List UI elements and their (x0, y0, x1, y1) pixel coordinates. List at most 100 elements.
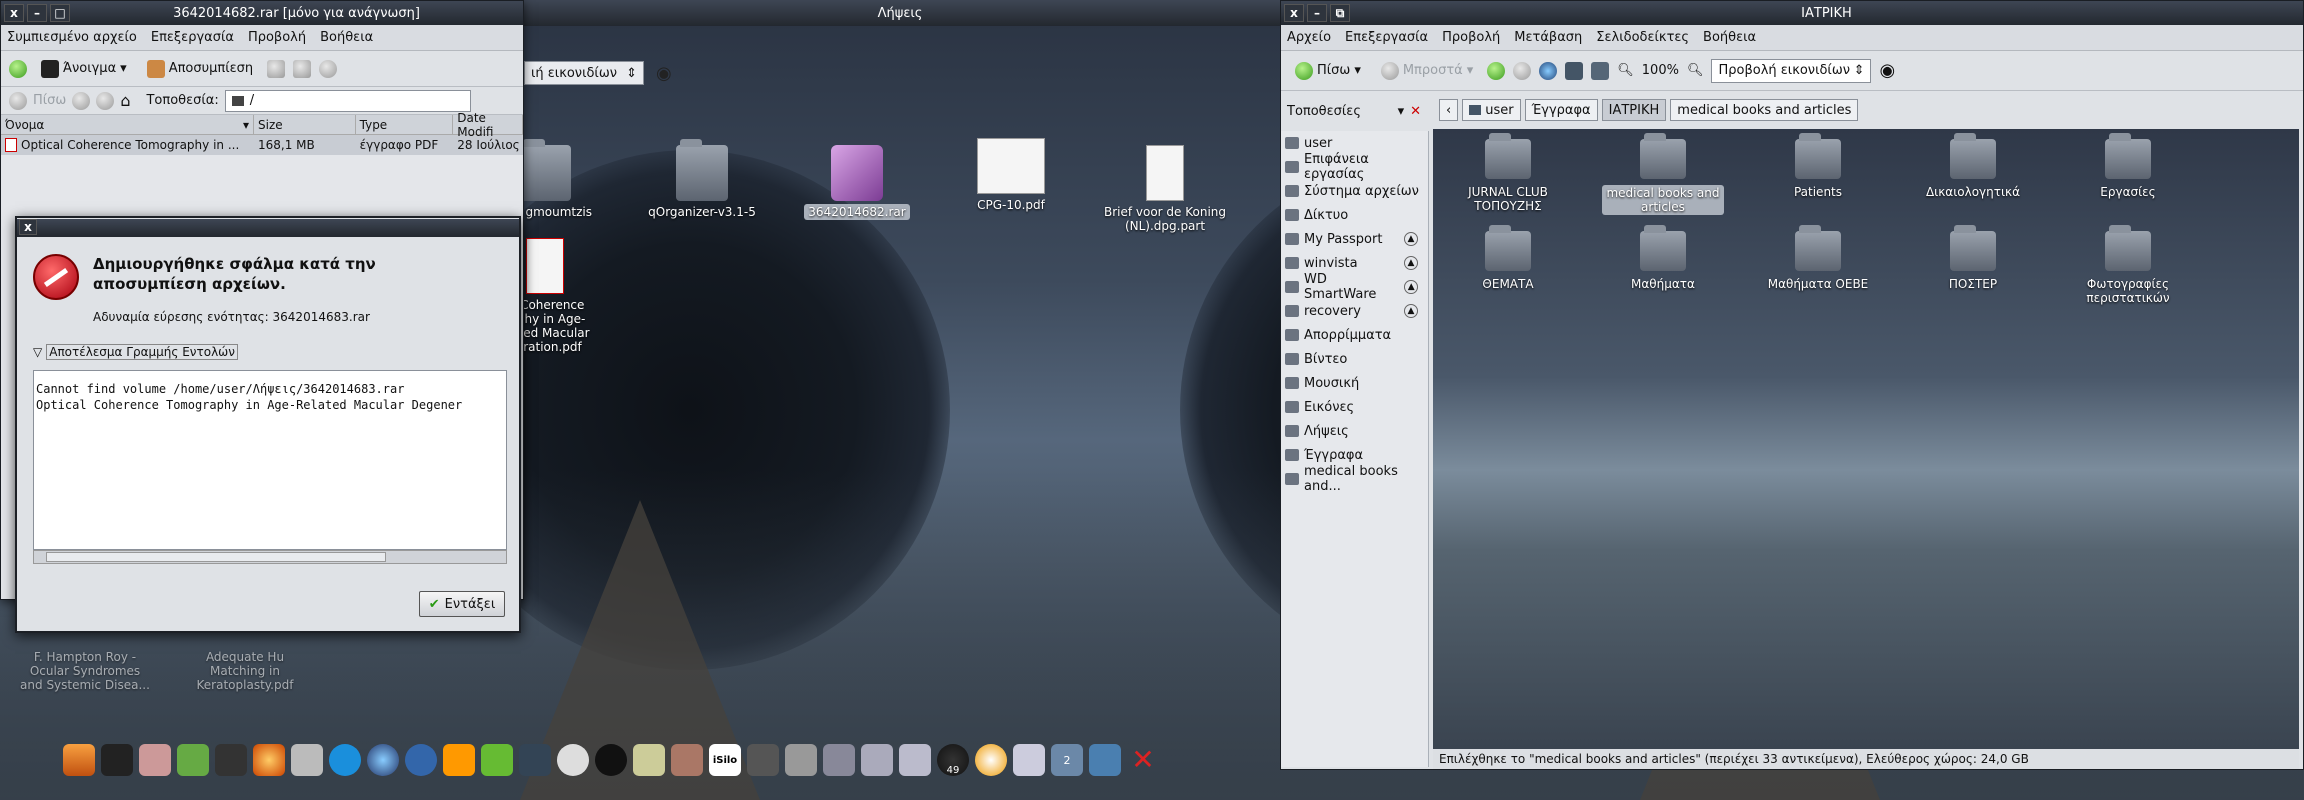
minimize-window-button[interactable]: – (1307, 4, 1327, 22)
back-icon[interactable] (9, 91, 27, 110)
folder-item-themata[interactable]: ΘΕΜΑΤΑ (1443, 225, 1573, 291)
usb-icon[interactable] (633, 744, 665, 776)
books-icon[interactable] (671, 744, 703, 776)
sidebar-item-desktop[interactable]: Επιφάνεια εργασίας (1281, 152, 1428, 182)
stop-icon[interactable] (1513, 61, 1532, 80)
computer-icon[interactable] (1591, 61, 1610, 80)
new-archive-icon[interactable] (9, 59, 27, 78)
zoom-out-icon[interactable]: 🔍︎ (1617, 63, 1634, 78)
folder-item-mathimata[interactable]: Μαθήματα (1598, 225, 1728, 291)
menu-edit[interactable]: Επεξεργασία (1345, 30, 1428, 45)
sidebar-item-music[interactable]: Μουσική (1281, 371, 1428, 395)
home-icon[interactable]: ⌂ (120, 91, 130, 110)
eject-icon[interactable]: ▲ (1404, 280, 1418, 294)
eject-icon[interactable]: ▲ (1404, 304, 1418, 318)
breadcrumb-user[interactable]: user (1462, 99, 1521, 121)
monitor-icon[interactable] (899, 744, 931, 776)
skype-icon[interactable] (329, 744, 361, 776)
desktop-icon-cpg10[interactable]: CPG-10.pdf (946, 138, 1076, 212)
browse-icon[interactable]: ◉ (1879, 60, 1895, 81)
disk-icon[interactable] (1013, 744, 1045, 776)
desktop-icon-brief[interactable]: Brief voor de Koning (NL).dpg.part (1100, 145, 1230, 233)
reload-icon[interactable] (1539, 61, 1558, 80)
menu-view[interactable]: Προβολή (248, 30, 306, 45)
breadcrumb-back-arrow[interactable]: ‹ (1439, 99, 1459, 121)
desktop-icon-hampton-roy[interactable]: F. Hampton Roy - Ocular Syndromes and Sy… (20, 650, 150, 692)
folder-item-photos[interactable]: Φωτογραφίες περιστατικών (2063, 225, 2193, 305)
menu-edit[interactable]: Επεξεργασία (151, 30, 234, 45)
sidebar-item-wd-smartware[interactable]: WD SmartWare ▲ (1281, 272, 1428, 302)
folder-content-area[interactable]: JURNAL CLUB ΤΟΠΟΥΖΗΣ medical books and a… (1433, 129, 2299, 749)
folder-item-ergasies[interactable]: Εργασίες (2063, 133, 2193, 199)
menu-archive[interactable]: Συμπιεσμένο αρχείο (7, 30, 137, 45)
column-date[interactable]: Date Modifi (453, 111, 523, 139)
folder-item-patients[interactable]: Patients (1753, 133, 1883, 199)
restore-window-button[interactable]: ⧉ (1330, 4, 1350, 22)
upload-icon[interactable] (291, 744, 323, 776)
browse-icon[interactable]: ◉ (656, 63, 672, 84)
stop-icon[interactable] (319, 59, 338, 78)
amazon-icon[interactable] (595, 744, 627, 776)
people-icon[interactable] (139, 744, 171, 776)
globe-icon[interactable] (367, 744, 399, 776)
xbmc-icon[interactable] (519, 744, 551, 776)
terminal-icon[interactable] (215, 744, 247, 776)
screenshot-icon[interactable] (785, 744, 817, 776)
sidebar-item-pictures[interactable]: Εικόνες (1281, 395, 1428, 419)
printer-icon[interactable] (861, 744, 893, 776)
eject-icon[interactable]: ▲ (1404, 256, 1418, 270)
clock-icon[interactable] (975, 744, 1007, 776)
folder-item-jurnal-club[interactable]: JURNAL CLUB ΤΟΠΟΥΖΗΣ (1443, 133, 1573, 213)
camera-icon[interactable] (747, 744, 779, 776)
pencil-icon[interactable] (823, 744, 855, 776)
window-icon[interactable] (1089, 744, 1121, 776)
speedometer-icon[interactable]: 49 (937, 744, 969, 776)
menu-go[interactable]: Μετάβαση (1514, 30, 1582, 45)
nvidia-icon[interactable] (481, 744, 513, 776)
media-app-icon[interactable] (443, 744, 475, 776)
folder-item-medical-books[interactable]: medical books and articles (1598, 133, 1728, 215)
close-dialog-button[interactable]: x (19, 219, 37, 235)
up-icon[interactable] (1487, 61, 1506, 80)
scrollbar-thumb[interactable] (46, 552, 386, 562)
sidebar-item-recovery[interactable]: recovery ▲ (1281, 299, 1428, 323)
up-icon[interactable] (96, 91, 115, 110)
desktop-icon-qorganizer[interactable]: qOrganizer-v3.1-5 (637, 139, 767, 219)
isilo-icon[interactable]: iSilo (709, 744, 741, 776)
sidebar-item-network[interactable]: Δίκτυο (1281, 203, 1428, 227)
output-expander[interactable]: ▽ Αποτέλεσμα Γραμμής Εντολών (33, 344, 238, 360)
breadcrumb-documents[interactable]: Έγγραφα (1524, 99, 1598, 121)
column-name[interactable]: Όνομα ▾ (1, 115, 255, 134)
back-button[interactable]: Πίσω ▾ (1289, 59, 1367, 83)
location-field[interactable]: / (224, 89, 471, 112)
horizontal-scrollbar[interactable] (33, 550, 507, 564)
add-files-icon[interactable] (267, 59, 286, 78)
sidebar-item-trash[interactable]: Απορρίμματα (1281, 323, 1428, 347)
folder-item-dikaiologitika[interactable]: Δικαιολογητικά (1908, 133, 2038, 199)
chevron-down-icon[interactable]: ▾ (1398, 104, 1405, 119)
zoom-in-icon[interactable]: 🔍︎ (1687, 63, 1704, 78)
view-mode-combo[interactable]: ιή εικονιδίων ⇕ (524, 61, 644, 85)
column-type[interactable]: Type (356, 115, 454, 134)
forward-button[interactable]: Μπροστά ▾ (1375, 59, 1479, 83)
sphere-icon[interactable] (557, 744, 589, 776)
forward-icon[interactable] (72, 91, 91, 110)
close-window-button[interactable]: x (1284, 4, 1304, 22)
back-label[interactable]: Πίσω (33, 93, 66, 108)
command-output[interactable]: Cannot find volume /home/user/Λήψεις/364… (33, 370, 507, 550)
desktop-icon-rar[interactable]: 3642014682.rar (792, 145, 922, 220)
menu-help[interactable]: Βοήθεια (1703, 30, 1756, 45)
folder-item-poster[interactable]: ΠΟΣΤΕΡ (1908, 225, 2038, 291)
view-mode-combo[interactable]: Προβολή εικονιδίων ⇕ (1711, 58, 1872, 83)
sidebar-item-medical-books[interactable]: medical books and... (1281, 464, 1428, 494)
workspace-icon[interactable]: 2 (1051, 744, 1083, 776)
home-icon[interactable] (1565, 61, 1584, 80)
add-folder-icon[interactable] (293, 59, 312, 78)
opera-icon[interactable] (405, 744, 437, 776)
sidebar-item-downloads[interactable]: Λήψεις (1281, 419, 1428, 443)
close-app-icon[interactable]: ✕ (1127, 744, 1159, 776)
drive-icon[interactable] (101, 744, 133, 776)
breadcrumb-medical-books[interactable]: medical books and articles (1670, 99, 1859, 121)
folder-item-mathimata-oebe[interactable]: Μαθήματα ΟΕΒΕ (1753, 225, 1883, 291)
extract-button[interactable]: Αποσυμπίεση (141, 57, 259, 81)
